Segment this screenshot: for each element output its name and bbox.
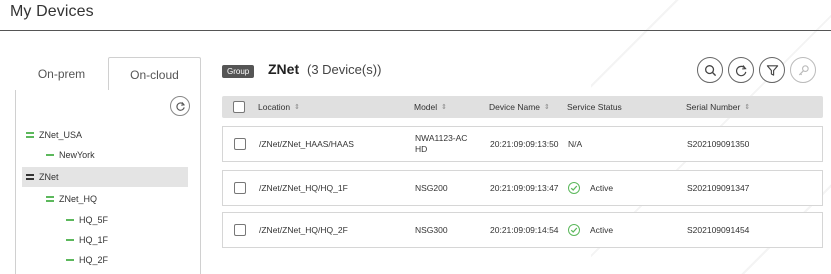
sort-icon: ⇕ xyxy=(441,104,448,111)
tree-item-label: NewYork xyxy=(59,150,95,160)
group-name: ZNet xyxy=(268,61,300,77)
group-badge: Group xyxy=(222,65,255,78)
table-row[interactable]: /ZNet/ZNet_HAAS/HAAS NWA1123-AC HD 20:21… xyxy=(222,126,823,162)
tree-item-label: HQ_2F xyxy=(79,255,109,265)
tree-item-label: HQ_1F xyxy=(79,235,109,245)
tree-leaf-icon xyxy=(66,219,74,221)
table-header: Location ⇕ Model ⇕ Device Name ⇕ Service St… xyxy=(222,96,823,118)
key-icon xyxy=(798,64,809,75)
tree-item-znet-usa[interactable]: ZNet_USA xyxy=(26,125,82,145)
filter-button[interactable] xyxy=(759,57,785,83)
tree-item-newyork[interactable]: NewYork xyxy=(46,145,95,165)
check-circle-icon xyxy=(568,224,580,236)
device-count: (3 Device(s)) xyxy=(307,62,382,77)
tree-node-icon xyxy=(46,196,54,202)
column-header-serial-number[interactable]: Serial Number ⇕ xyxy=(686,96,750,118)
column-header-device-name[interactable]: Device Name ⇕ xyxy=(489,96,550,118)
tree-leaf-icon xyxy=(66,239,74,241)
tree-item-znet-hq[interactable]: ZNet_HQ xyxy=(46,189,97,209)
tree-node-icon xyxy=(26,132,34,138)
tree-item-hq-1f[interactable]: HQ_1F xyxy=(66,230,108,250)
sort-icon: ⇕ xyxy=(544,104,550,111)
cell-model: NSG300 xyxy=(415,225,448,235)
row-checkbox[interactable] xyxy=(234,138,246,150)
tree-item-label: ZNet_HQ xyxy=(59,194,98,204)
sort-icon: ⇕ xyxy=(744,104,751,111)
row-checkbox[interactable] xyxy=(234,224,246,236)
status-text: Active xyxy=(590,183,614,193)
column-header-model[interactable]: Model ⇕ xyxy=(414,96,447,118)
search-icon xyxy=(704,64,716,76)
page-title: My Devices xyxy=(10,3,94,20)
cell-device-name: 20:21:09:09:14:54 xyxy=(490,225,559,235)
row-checkbox[interactable] xyxy=(234,182,246,194)
search-button[interactable] xyxy=(697,57,723,83)
cell-serial-number: S202109091350 xyxy=(687,139,750,149)
tree-item-label: ZNet_USA xyxy=(39,130,83,140)
tree-leaf-icon xyxy=(46,154,54,156)
cell-service-status: N/A xyxy=(568,139,583,149)
key-button[interactable] xyxy=(790,57,816,83)
tree-leaf-icon xyxy=(66,259,74,261)
check-circle-icon xyxy=(568,182,580,194)
cell-device-name: 20:21:09:09:13:50 xyxy=(490,139,559,149)
tree-refresh-button[interactable] xyxy=(170,96,190,116)
select-all-checkbox[interactable] xyxy=(233,101,245,113)
cell-model: NSG200 xyxy=(415,183,448,193)
tree-item-label: ZNet xyxy=(39,172,59,182)
cell-service-status: Active xyxy=(568,213,613,247)
refresh-icon xyxy=(735,64,747,76)
table-row[interactable]: /ZNet/ZNet_HQ/HQ_2F NSG300 20:21:09:09:1… xyxy=(222,212,823,248)
column-header-location[interactable]: Location ⇕ xyxy=(258,96,300,118)
sort-icon: ⇕ xyxy=(294,104,301,111)
cell-location: /ZNet/ZNet_HQ/HQ_2F xyxy=(259,225,348,235)
status-text: Active xyxy=(590,225,614,235)
cell-model: NWA1123-AC HD xyxy=(415,133,468,154)
column-header-service-status: Service Status xyxy=(567,102,622,112)
cell-serial-number: S202109091347 xyxy=(687,183,750,193)
cell-device-name: 20:21:09:09:13:47 xyxy=(490,183,559,193)
refresh-icon xyxy=(175,101,185,111)
refresh-button[interactable] xyxy=(728,57,754,83)
tree-node-icon xyxy=(26,174,34,180)
tree-item-label: HQ_5F xyxy=(79,215,109,225)
title-divider xyxy=(0,30,831,31)
table-row[interactable]: /ZNet/ZNet_HQ/HQ_1F NSG200 20:21:09:09:1… xyxy=(222,170,823,206)
cell-location: /ZNet/ZNet_HQ/HQ_1F xyxy=(259,183,348,193)
cell-location: /ZNet/ZNet_HAAS/HAAS xyxy=(259,139,354,149)
cell-serial-number: S202109091454 xyxy=(687,225,750,235)
cell-service-status: Active xyxy=(568,171,613,205)
tree-item-hq-2f[interactable]: HQ_2F xyxy=(66,250,108,270)
tab-on-cloud[interactable]: On-cloud xyxy=(108,57,201,91)
tree-item-hq-5f[interactable]: HQ_5F xyxy=(66,210,108,230)
filter-icon xyxy=(766,64,778,76)
tab-on-prem[interactable]: On-prem xyxy=(15,57,108,91)
tree-item-znet[interactable]: ZNet xyxy=(22,167,188,187)
